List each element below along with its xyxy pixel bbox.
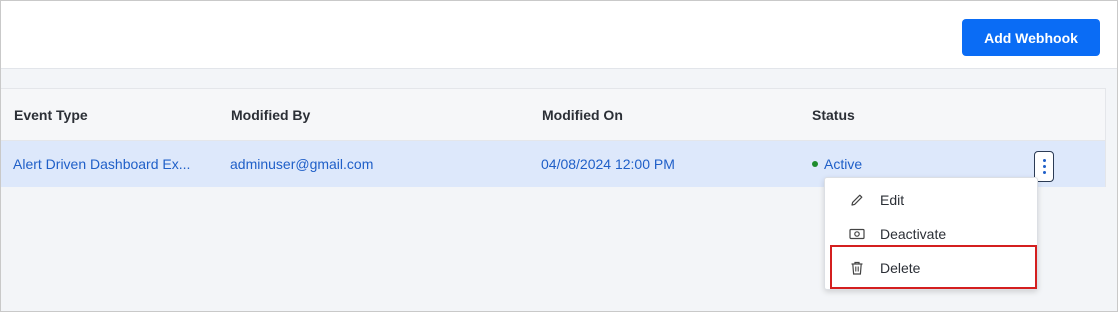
column-header-modified-by[interactable]: Modified By xyxy=(231,89,310,141)
cell-modified-by: adminuser@gmail.com xyxy=(230,156,374,172)
row-context-menu: Edit Deactivate Delete xyxy=(824,177,1038,290)
menu-item-edit[interactable]: Edit xyxy=(825,183,1037,217)
column-header-status[interactable]: Status xyxy=(812,89,855,141)
kebab-dot-icon xyxy=(1042,159,1046,162)
status-label: Active xyxy=(824,156,863,172)
menu-item-deactivate[interactable]: Deactivate xyxy=(825,217,1037,251)
column-header-modified-on[interactable]: Modified On xyxy=(542,89,623,141)
menu-item-label: Delete xyxy=(880,260,921,276)
add-webhook-button[interactable]: Add Webhook xyxy=(962,19,1100,56)
trash-icon xyxy=(851,261,863,275)
webhooks-grid: Event Type Modified By Modified On Statu… xyxy=(1,88,1106,187)
cell-modified-on: 04/08/2024 12:00 PM xyxy=(541,156,675,172)
grid-header-row: Event Type Modified By Modified On Statu… xyxy=(1,89,1105,141)
menu-item-label: Deactivate xyxy=(880,226,947,242)
cell-event-type[interactable]: Alert Driven Dashboard Ex... xyxy=(13,141,213,187)
status-dot-icon xyxy=(812,161,818,167)
kebab-dot-icon xyxy=(1042,171,1046,174)
menu-item-label: Edit xyxy=(880,192,905,208)
column-header-event-type[interactable]: Event Type xyxy=(14,89,88,141)
menu-item-delete[interactable]: Delete xyxy=(825,251,1037,285)
kebab-dot-icon xyxy=(1042,165,1046,168)
pencil-icon xyxy=(851,194,863,206)
toolbar: Add Webhook xyxy=(1,1,1117,69)
deactivate-icon xyxy=(849,228,865,240)
